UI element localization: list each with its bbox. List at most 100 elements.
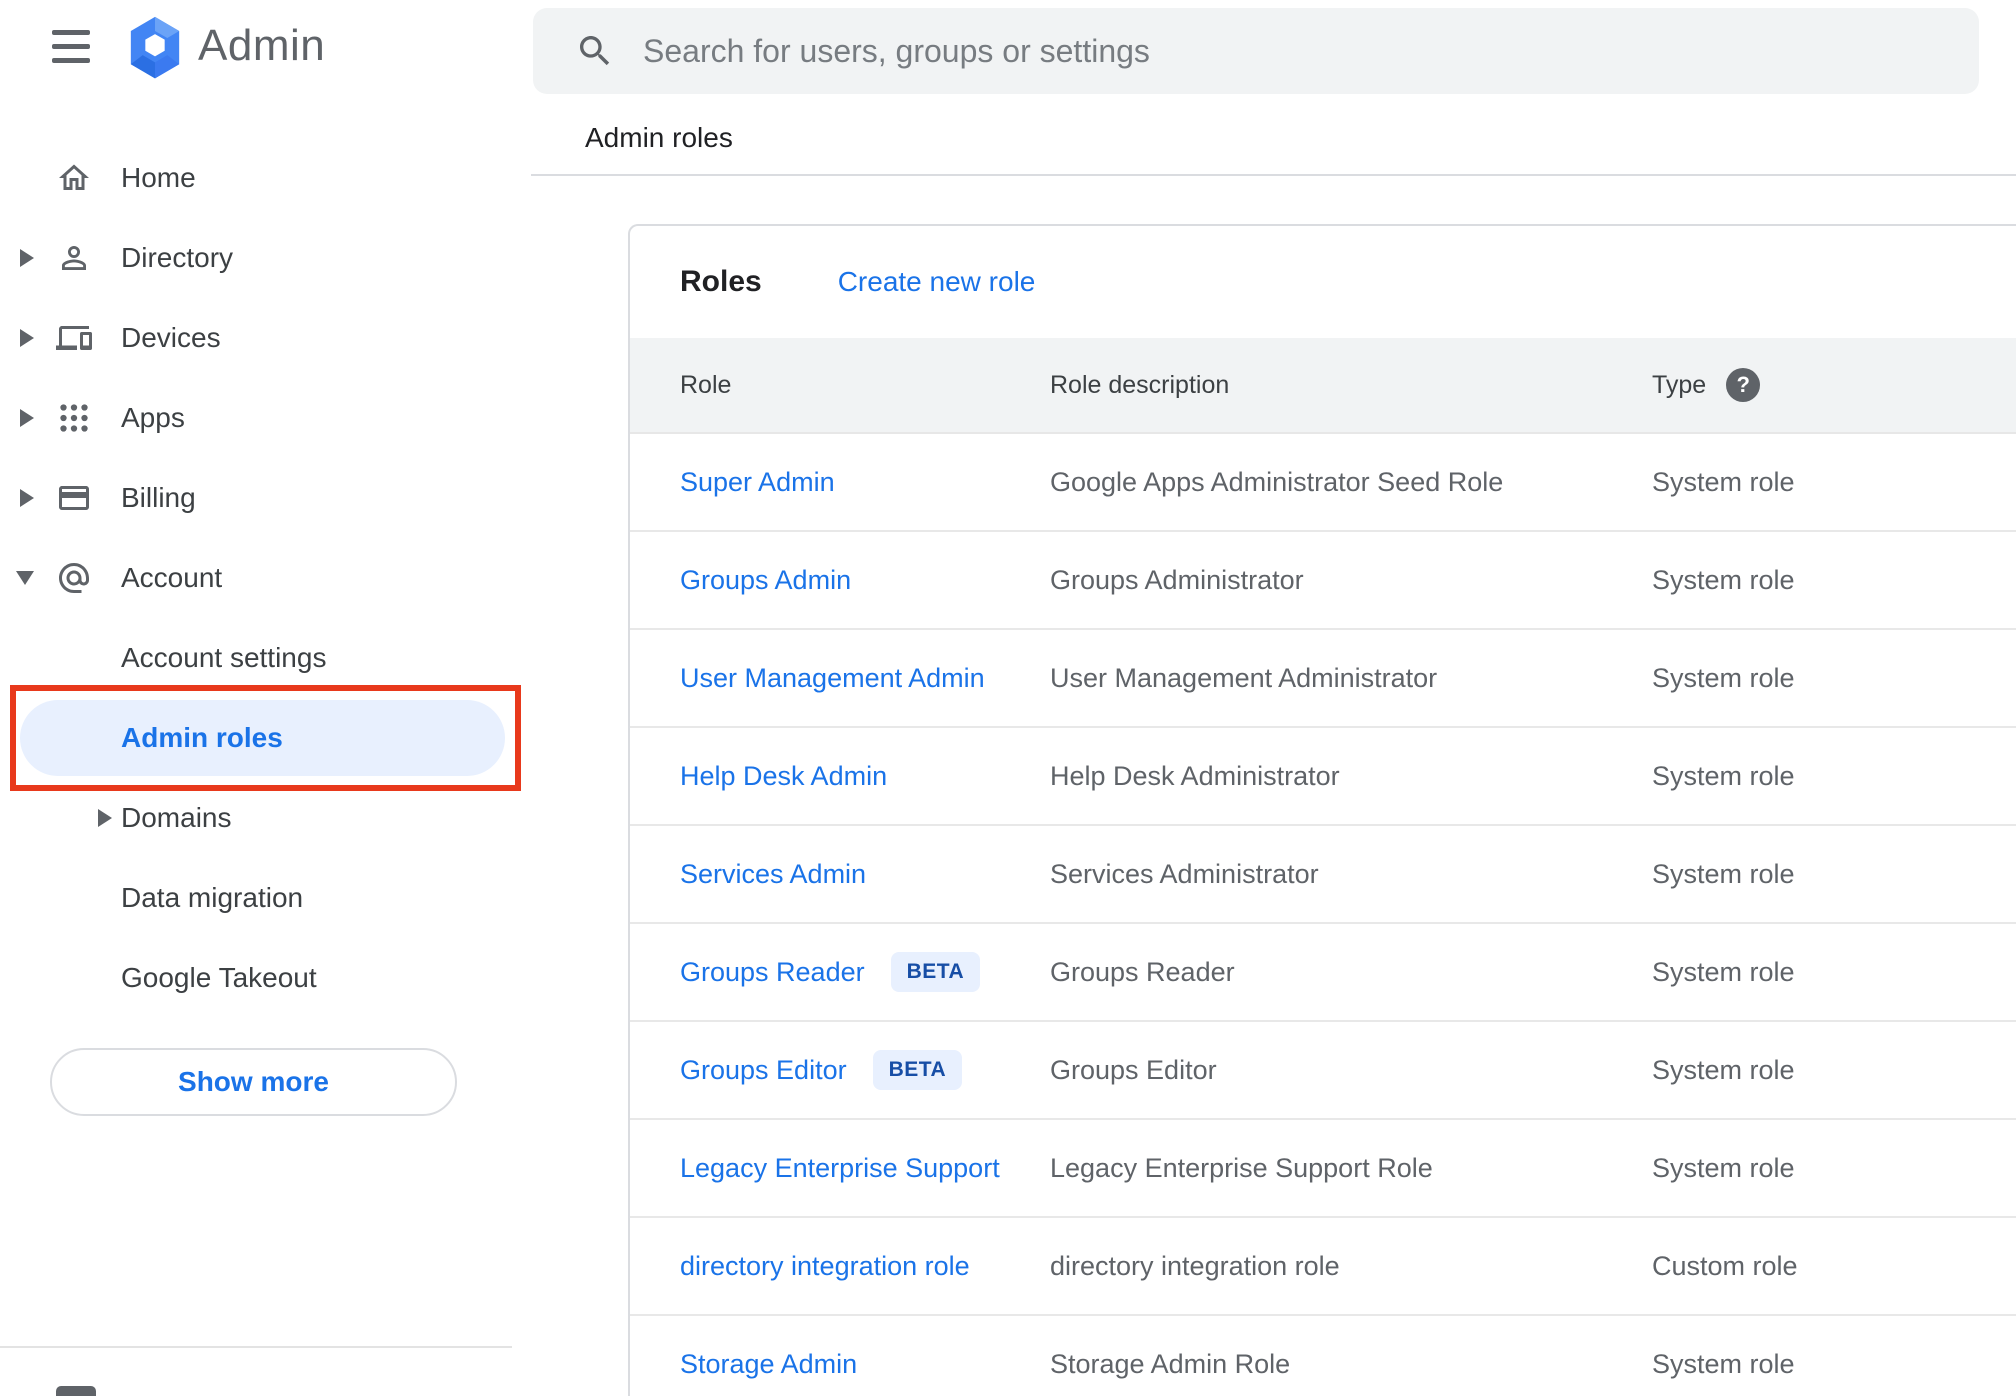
table-row: User Management Admin User Management Ad… — [630, 630, 2016, 728]
sidebar-item-label: Admin roles — [121, 722, 283, 753]
role-type: System role — [1652, 956, 1795, 987]
table-row: Groups Admin Groups Administrator System… — [630, 532, 2016, 630]
role-description: Groups Reader — [1050, 956, 1235, 987]
sidebar-item-google-takeout[interactable]: Google Takeout — [0, 938, 531, 1018]
role-description: Groups Editor — [1050, 1054, 1217, 1085]
roles-card: Roles Create new role Role Role descript… — [628, 224, 2016, 1396]
role-type: System role — [1652, 1054, 1795, 1085]
table-row: Help Desk Admin Help Desk Administrator … — [630, 728, 2016, 826]
sidebar-item-label: Billing — [121, 482, 196, 513]
expand-arrow-icon[interactable] — [20, 329, 34, 347]
table-row: Legacy Enterprise Support Legacy Enterpr… — [630, 1120, 2016, 1218]
admin-console-screen: Admin Home Directory Devices Apps Billin… — [0, 0, 2016, 1396]
table-row: Storage Admin Storage Admin Role System … — [630, 1316, 2016, 1396]
role-type: System role — [1652, 1348, 1795, 1379]
google-admin-logo-icon — [126, 15, 184, 79]
apps-grid-icon — [56, 400, 92, 436]
role-link[interactable]: Groups Editor — [680, 1055, 847, 1086]
role-description: Google Apps Administrator Seed Role — [1050, 466, 1504, 497]
role-type: System role — [1652, 662, 1795, 693]
role-type: System role — [1652, 760, 1795, 791]
role-description: User Management Administrator — [1050, 662, 1438, 693]
role-type: System role — [1652, 466, 1795, 497]
sidebar-item-billing[interactable]: Billing — [0, 458, 531, 538]
expand-arrow-icon[interactable] — [20, 409, 34, 427]
sidebar: Admin Home Directory Devices Apps Billin… — [0, 0, 531, 1396]
role-type: System role — [1652, 564, 1795, 595]
table-body: Super Admin Google Apps Administrator Se… — [630, 434, 2016, 1396]
sidebar-nav: Home Directory Devices Apps Billing Acco… — [0, 138, 531, 1018]
breadcrumb: Admin roles — [585, 122, 733, 153]
role-link[interactable]: Groups Reader — [680, 957, 865, 988]
role-description: Storage Admin Role — [1050, 1348, 1291, 1379]
at-sign-icon — [56, 560, 92, 596]
sidebar-item-data-migration[interactable]: Data migration — [0, 858, 531, 938]
role-link[interactable]: Help Desk Admin — [680, 761, 887, 792]
table-row: Groups Editor BETA Groups Editor System … — [630, 1022, 2016, 1120]
sidebar-item-label: Google Takeout — [121, 962, 317, 993]
home-icon — [56, 160, 92, 196]
sidebar-item-devices[interactable]: Devices — [0, 298, 531, 378]
content-divider — [531, 174, 2016, 176]
column-header-role: Role — [680, 370, 732, 399]
sidebar-item-label: Domains — [121, 802, 232, 833]
sidebar-item-label: Data migration — [121, 882, 304, 913]
role-link[interactable]: Storage Admin — [680, 1349, 857, 1380]
expand-arrow-icon[interactable] — [98, 809, 112, 827]
clipped-menu-icon — [56, 1386, 96, 1396]
sidebar-item-label: Account settings — [121, 642, 327, 673]
sidebar-header: Admin — [0, 0, 325, 92]
search-bar[interactable] — [533, 8, 1979, 94]
role-link[interactable]: Super Admin — [680, 467, 835, 498]
card-title: Roles — [680, 265, 762, 298]
sidebar-item-directory[interactable]: Directory — [0, 218, 531, 298]
expand-arrow-icon[interactable] — [20, 249, 34, 267]
sidebar-item-domains[interactable]: Domains — [0, 778, 531, 858]
table-row: Services Admin Services Administrator Sy… — [630, 826, 2016, 924]
table-row: Groups Reader BETA Groups Reader System … — [630, 924, 2016, 1022]
role-type: Custom role — [1652, 1250, 1798, 1281]
help-icon[interactable]: ? — [1726, 368, 1761, 402]
role-link[interactable]: User Management Admin — [680, 663, 985, 694]
role-description: Legacy Enterprise Support Role — [1050, 1152, 1433, 1183]
sidebar-item-label: Directory — [121, 242, 234, 273]
sidebar-item-label: Apps — [121, 402, 185, 433]
app-title: Admin — [198, 21, 326, 70]
table-row: directory integration role directory int… — [630, 1218, 2016, 1316]
column-header-type: Type ? — [1652, 368, 2016, 402]
table-header-row: Role Role description Type ? — [630, 338, 2016, 434]
sidebar-divider — [0, 1346, 512, 1348]
role-description: Groups Administrator — [1050, 564, 1304, 595]
create-new-role-link[interactable]: Create new role — [838, 266, 1036, 298]
search-input[interactable] — [641, 31, 1979, 71]
expand-arrow-icon[interactable] — [20, 489, 34, 507]
show-more-button[interactable]: Show more — [50, 1048, 457, 1116]
collapse-arrow-icon[interactable] — [16, 571, 34, 585]
sidebar-item-account[interactable]: Account — [0, 538, 531, 618]
role-description: Help Desk Administrator — [1050, 760, 1340, 791]
role-type: System role — [1652, 1152, 1795, 1183]
role-type: System role — [1652, 858, 1795, 889]
column-header-description: Role description — [1050, 370, 1230, 399]
credit-card-icon — [56, 480, 92, 516]
person-icon — [56, 240, 92, 276]
sidebar-item-label: Home — [121, 162, 196, 193]
table-row: Super Admin Google Apps Administrator Se… — [630, 434, 2016, 532]
sidebar-item-admin-roles[interactable]: Admin roles — [0, 698, 531, 778]
sidebar-item-home[interactable]: Home — [0, 138, 531, 218]
role-description: Services Administrator — [1050, 858, 1319, 889]
role-link[interactable]: Groups Admin — [680, 565, 851, 596]
sidebar-item-apps[interactable]: Apps — [0, 378, 531, 458]
beta-badge: BETA — [890, 952, 981, 992]
roles-card-header: Roles Create new role — [630, 226, 2016, 338]
sidebar-item-account-settings[interactable]: Account settings — [0, 618, 531, 698]
sidebar-item-label: Devices — [121, 322, 221, 353]
devices-icon — [56, 320, 92, 356]
menu-icon[interactable] — [52, 29, 90, 63]
beta-badge: BETA — [872, 1050, 963, 1090]
role-link[interactable]: directory integration role — [680, 1251, 970, 1282]
role-link[interactable]: Legacy Enterprise Support — [680, 1153, 1000, 1184]
role-link[interactable]: Services Admin — [680, 859, 866, 890]
sidebar-item-label: Account — [121, 562, 223, 593]
search-icon — [575, 31, 615, 71]
